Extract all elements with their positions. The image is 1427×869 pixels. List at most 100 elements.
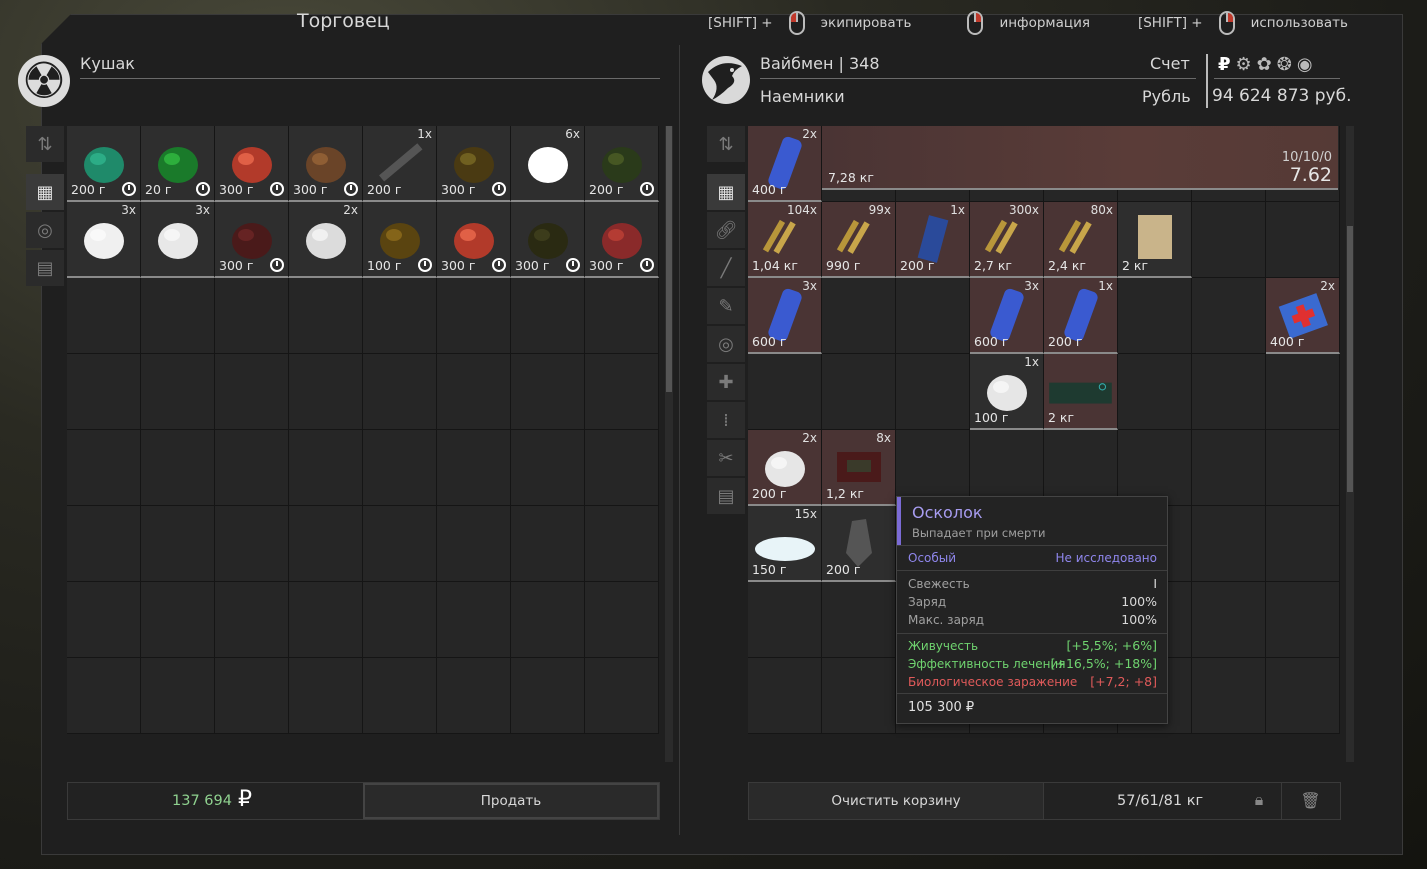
inventory-item[interactable]: 3x 600 г — [970, 278, 1044, 354]
item-weight: 600 г — [752, 334, 787, 349]
grid-cell — [748, 658, 822, 734]
grid-cell — [289, 658, 363, 734]
inventory-item[interactable]: 2x 200 г — [748, 430, 822, 506]
trader-inventory-grid: 200 г 20 г 300 г 300 г 1x 200 г 300 г 6x 200 г 3x… — [67, 126, 659, 734]
inventory-item[interactable]: 300 г — [215, 202, 289, 278]
item-count: 3x — [1024, 279, 1039, 293]
grid-cell — [141, 582, 215, 658]
skull-currency-icon[interactable]: ❂ — [1277, 54, 1292, 75]
inventory-item[interactable]: 1x 200 г — [896, 202, 970, 278]
grid-cell — [289, 582, 363, 658]
sort-icon[interactable]: ⇅ — [26, 126, 64, 162]
grid-cell — [1192, 354, 1266, 430]
inventory-item[interactable]: 200 г — [585, 126, 659, 202]
inventory-item[interactable]: 1x 200 г — [1044, 278, 1118, 354]
tooltip-effect-value: [+7,2; +8] — [1090, 674, 1157, 689]
lock-icon[interactable]: 🔒︎ — [1248, 790, 1270, 812]
coin-currency-icon[interactable]: ◉ — [1297, 54, 1313, 75]
inventory-item[interactable]: 104x 1,04 кг — [748, 202, 822, 278]
grid-icon-right[interactable]: ▦ — [707, 174, 745, 210]
item-weight: 100 г — [974, 410, 1009, 425]
inventory-item[interactable]: 99x 990 г — [822, 202, 896, 278]
box-filter-icon-right[interactable]: ▤ — [707, 478, 745, 514]
inventory-item[interactable]: 2x 400 г — [1266, 278, 1340, 354]
inventory-item[interactable]: 2x — [289, 202, 363, 278]
grid-cell — [141, 430, 215, 506]
rifle-filter-icon[interactable]: ╱ — [707, 250, 745, 286]
right-scrollbar[interactable] — [1346, 126, 1354, 762]
ammo-filter-icon[interactable]: ⁞ — [707, 402, 745, 438]
grid-cell — [822, 582, 896, 658]
inventory-item[interactable]: 8x 1,2 кг — [822, 430, 896, 506]
inventory-item[interactable]: 2x 400 г — [748, 126, 822, 202]
trade-total: 137 694 — [172, 793, 232, 809]
inventory-item[interactable]: 100 г — [363, 202, 437, 278]
gear-currency-icon[interactable]: ⚙ — [1236, 54, 1252, 75]
inventory-item[interactable]: 20 г — [141, 126, 215, 202]
hint-use: использовать — [1250, 15, 1348, 31]
inventory-item[interactable]: 200 г — [822, 506, 896, 582]
player-underline — [760, 78, 1196, 79]
grid-cell — [141, 278, 215, 354]
grid-cell — [289, 354, 363, 430]
inventory-item[interactable]: 80x 2,4 кг — [1044, 202, 1118, 278]
player-level: 348 — [849, 54, 880, 73]
inventory-item[interactable]: 15x 150 г — [748, 506, 822, 582]
grid-cell — [215, 582, 289, 658]
link-filter-icon[interactable]: 🔗︎ — [707, 212, 745, 248]
inventory-item[interactable]: 1x 200 г — [363, 126, 437, 202]
trash-icon[interactable]: 🗑︎ — [1281, 783, 1339, 819]
tooltip-divider — [897, 693, 1167, 694]
inventory-item[interactable]: 2 кг — [1044, 354, 1118, 430]
inventory-item[interactable]: 200 г — [67, 126, 141, 202]
item-weight: 100 г — [367, 258, 402, 273]
inventory-item[interactable]: 2 кг — [1118, 202, 1192, 278]
item-weight: 150 г — [752, 562, 787, 577]
medkit-filter-icon[interactable]: ✚ — [707, 364, 745, 400]
tooltip-divider — [897, 545, 1167, 546]
sell-button[interactable]: Продать — [363, 783, 659, 819]
inventory-item[interactable]: 300 г — [585, 202, 659, 278]
tools-filter-icon[interactable]: ✂ — [707, 440, 745, 476]
inventory-item[interactable]: 300x 2,7 кг — [970, 202, 1044, 278]
grid-cell — [1118, 354, 1192, 430]
inventory-item[interactable]: 300 г — [511, 202, 585, 278]
item-count: 1x — [1024, 355, 1039, 369]
item-weight: 200 г — [826, 562, 861, 577]
inventory-item[interactable]: 300 г — [437, 202, 511, 278]
inventory-item[interactable]: 3x — [67, 202, 141, 278]
item-weight: 400 г — [752, 182, 787, 197]
rifle-item[interactable]: 7,28 кг 10/10/0 7.62 — [822, 126, 1338, 190]
item-count: 2x — [802, 127, 817, 141]
inventory-item[interactable]: 6x — [511, 126, 585, 202]
grid-cell — [585, 658, 659, 734]
tooltip-stat-label: Свежесть — [908, 577, 970, 591]
grid-icon[interactable]: ▦ — [26, 174, 64, 210]
item-count: 3x — [121, 203, 136, 217]
tooltip-stat-label: Заряд — [908, 595, 947, 609]
left-sidebar: ⇅ ▦ ◎ ▤ — [26, 126, 64, 286]
clear-cart-button[interactable]: Очистить корзину — [749, 783, 1044, 819]
clock-icon — [492, 258, 506, 272]
grid-cell — [511, 430, 585, 506]
inventory-item[interactable]: 300 г — [437, 126, 511, 202]
sort-icon-right[interactable]: ⇅ — [707, 126, 745, 162]
grid-cell — [215, 430, 289, 506]
flower-currency-icon[interactable]: ✿ — [1257, 54, 1272, 75]
grid-cell — [1192, 430, 1266, 506]
ruble-icon[interactable]: ₽ — [1218, 54, 1231, 75]
inventory-item[interactable]: 3x — [141, 202, 215, 278]
inventory-item[interactable]: 1x 100 г — [970, 354, 1044, 430]
tooltip-header: Осколок Выпадает при смерти — [897, 497, 1167, 545]
inventory-item[interactable]: 300 г — [289, 126, 363, 202]
currency-selector[interactable]: ₽ ⚙ ✿ ❂ ◉ — [1218, 54, 1313, 75]
knife-filter-icon[interactable]: ✎ — [707, 288, 745, 324]
account-label: Счет — [1150, 54, 1190, 73]
left-scrollbar[interactable] — [665, 126, 673, 762]
player-name-level: Вайбмен | 348 — [760, 54, 880, 73]
box-filter-icon[interactable]: ▤ — [26, 250, 64, 286]
inventory-item[interactable]: 300 г — [215, 126, 289, 202]
artifact-filter-icon-right[interactable]: ◎ — [707, 326, 745, 362]
inventory-item[interactable]: 3x 600 г — [748, 278, 822, 354]
artifact-filter-icon[interactable]: ◎ — [26, 212, 64, 248]
